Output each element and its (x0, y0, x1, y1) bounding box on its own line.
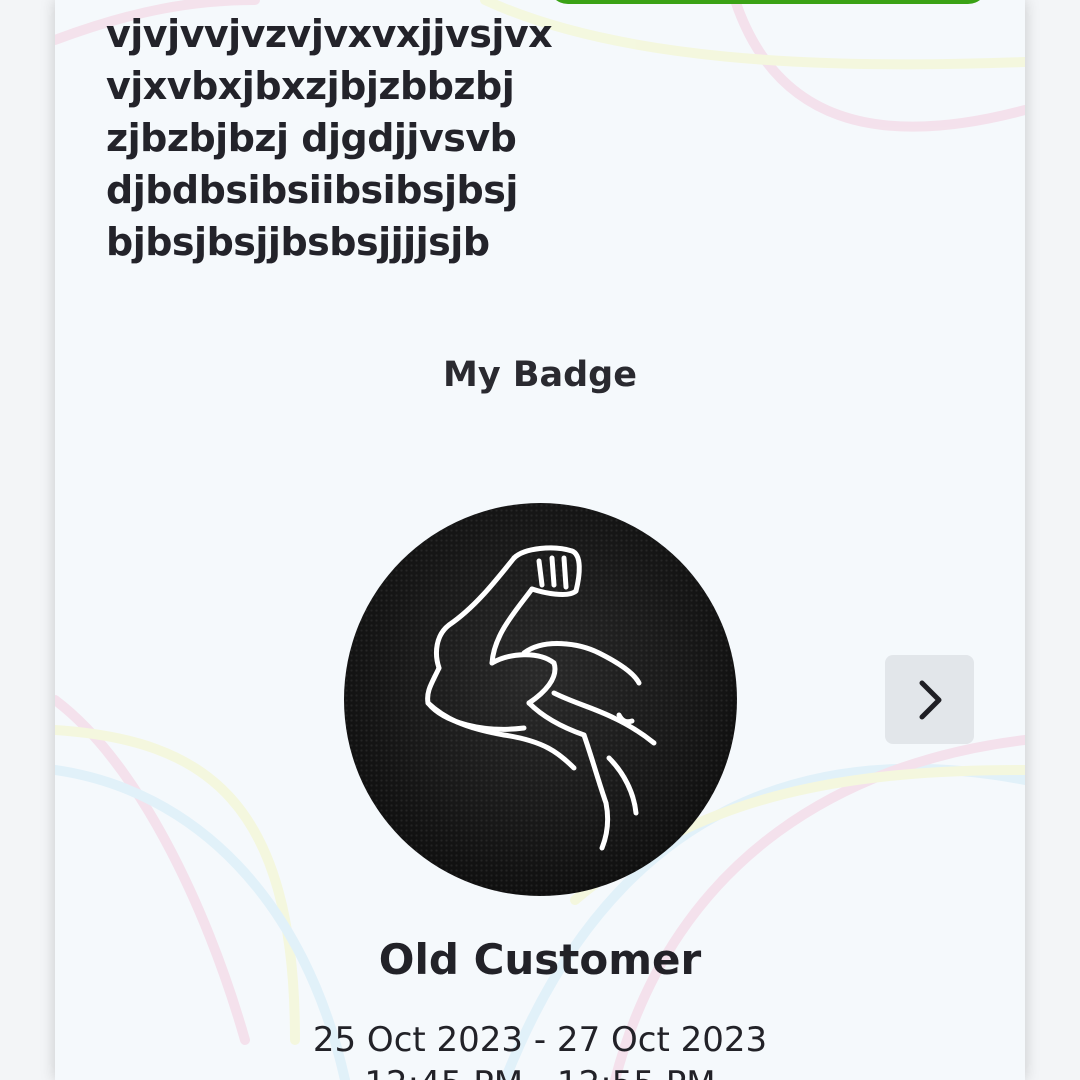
description-line: djbdbsibsiibsibsjbsj (106, 168, 518, 212)
badge-section-title: My Badge (443, 355, 637, 395)
profile-description: vjvjvvjvzvjvxvxjjvsjvx vjxvbxjbxzjbjzbbz… (106, 8, 576, 268)
badge-date-range: 25 Oct 2023 - 27 Oct 2023 (312, 1020, 768, 1060)
badge-name: Old Customer (378, 935, 702, 984)
badge-validity: 25 Oct 2023 - 27 Oct 2023 12:45 PM - 12:… (55, 1018, 1025, 1080)
profile-card: vjvjvvjvzvjvxvxjjvsjvx vjxvbxjbxzjbjzbbz… (55, 0, 1025, 1080)
top-action-button-edge[interactable] (548, 0, 988, 4)
flexed-arm-icon (425, 545, 657, 851)
badge-image (344, 503, 737, 896)
badge-time-range: 12:45 PM - 12:55 PM (55, 1062, 1025, 1080)
description-line: vjxvbxjbxzjbjzbbzbj (106, 64, 515, 108)
next-badge-button[interactable] (885, 655, 974, 744)
description-line: vjvjvvjvzvjvxvxjjvsjvx (106, 12, 553, 56)
chevron-right-icon (919, 680, 941, 719)
description-line: zjbzbjbzj djgdjjvsvb (106, 116, 517, 160)
description-line: bjbsjbsjjbsbsjjjjsjb (106, 220, 490, 264)
